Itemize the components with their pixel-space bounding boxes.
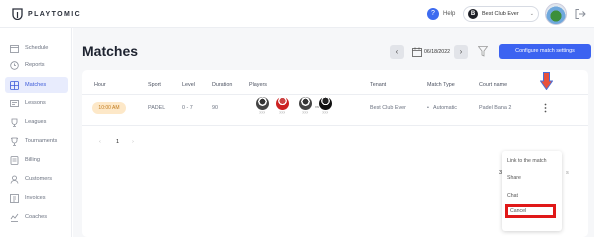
- sidebar-item-tournaments[interactable]: Tournaments: [5, 133, 68, 149]
- page-title: Matches: [82, 43, 139, 59]
- player-avatar[interactable]: ???: [317, 97, 333, 115]
- sidebar-item-schedule[interactable]: Schedule: [5, 40, 68, 56]
- column-header-sport: Sport: [148, 82, 161, 88]
- playtomic-logo-icon: [12, 8, 23, 20]
- more-options-icon[interactable]: [544, 103, 547, 113]
- customers-icon: [10, 175, 19, 184]
- column-header-players: Players: [249, 82, 267, 88]
- player-level: ???: [322, 111, 328, 115]
- calendar-icon: [10, 44, 19, 53]
- sidebar-item-label: Leagues: [25, 119, 47, 125]
- sidebar-item-lessons[interactable]: Lessons: [5, 95, 68, 111]
- club-name: Best Club Ever: [482, 11, 519, 17]
- next-day-button[interactable]: ›: [454, 45, 468, 59]
- time-badge: 10:00 AM: [92, 102, 126, 114]
- invoices-icon: [10, 193, 19, 203]
- player-level: ???: [259, 111, 265, 115]
- clock-icon: [10, 60, 19, 70]
- help-label: Help: [443, 11, 456, 17]
- match-type-cell: Automatic: [433, 105, 457, 111]
- pagination-previous[interactable]: ‹: [99, 139, 101, 145]
- main-content: Matches ‹ 06/18/2022 › Configure match s…: [73, 28, 594, 237]
- column-header-court-name: Court name: [479, 82, 508, 88]
- trophy-icon: [11, 118, 18, 127]
- sidebar-item-label: Schedule: [25, 45, 49, 51]
- pagination-page[interactable]: 1: [116, 139, 119, 145]
- sidebar-item-invoices[interactable]: Invoices: [5, 190, 68, 206]
- sidebar-item-leagues[interactable]: Leagues: [5, 114, 68, 130]
- menu-item-chat[interactable]: Chat: [507, 193, 518, 199]
- billing-icon: [10, 155, 19, 165]
- sidebar-item-label: Billing: [25, 157, 40, 163]
- lessons-icon: [10, 99, 19, 107]
- club-badge: B: [468, 9, 478, 19]
- sidebar-item-label: Customers: [25, 176, 53, 182]
- sidebar-item-label: Coaches: [25, 214, 48, 220]
- matches-table-card: Hour Sport Level Duration Players Tenant…: [82, 70, 588, 237]
- player-level: ???: [302, 111, 308, 115]
- sidebar: Schedule Reports Matches Lessons Leagues…: [0, 28, 72, 237]
- column-header-duration: Duration: [212, 82, 233, 88]
- brand-logo[interactable]: PLAYTOMIC: [12, 8, 81, 20]
- column-header-match-type: Match Type: [427, 82, 455, 88]
- row-actions-menu: Link to the match Share Chat Cancel: [502, 151, 562, 231]
- player-avatar[interactable]: ???: [297, 97, 313, 115]
- coaches-icon: [10, 213, 19, 222]
- help-button[interactable]: ? Help: [427, 8, 455, 20]
- arrow-down-icon: [540, 72, 553, 90]
- column-header-tenant: Tenant: [370, 82, 387, 88]
- sidebar-item-label: Reports: [25, 62, 45, 68]
- sidebar-item-label: Invoices: [25, 195, 46, 201]
- sidebar-item-coaches[interactable]: Coaches: [5, 209, 68, 225]
- tenant-cell: Best Club Ever: [370, 105, 406, 111]
- duration-cell: 90: [212, 105, 218, 111]
- date-picker[interactable]: 06/18/2022: [412, 45, 451, 59]
- configure-match-settings-button[interactable]: Configure match settings: [499, 44, 591, 59]
- sidebar-item-label: Matches: [25, 82, 47, 88]
- sidebar-item-reports[interactable]: Reports: [5, 57, 68, 73]
- menu-item-link-to-match[interactable]: Link to the match: [507, 158, 547, 164]
- level-cell: 0 - 7: [182, 105, 193, 111]
- calendar-icon: [412, 47, 422, 57]
- sidebar-item-customers[interactable]: Customers: [5, 171, 68, 187]
- top-bar: PLAYTOMIC ? Help B Best Club Ever ⌄: [0, 0, 594, 28]
- help-icon: ?: [427, 8, 439, 20]
- player-level: ???: [279, 111, 285, 115]
- brand-name: PLAYTOMIC: [28, 10, 82, 18]
- club-selector[interactable]: B Best Club Ever ⌄: [463, 6, 539, 22]
- court-cell: Padel Bana 2: [479, 105, 512, 111]
- sidebar-item-matches[interactable]: Matches: [5, 77, 68, 93]
- logout-icon[interactable]: [574, 8, 586, 20]
- cancel-highlight-box: [505, 204, 556, 218]
- date-value: 06/18/2022: [424, 49, 450, 55]
- player-avatar[interactable]: ???: [254, 97, 270, 115]
- page-size-suffix: s: [566, 170, 569, 176]
- sidebar-item-billing[interactable]: Billing: [5, 152, 68, 168]
- sport-cell: PADEL: [148, 105, 166, 111]
- cup-icon: [11, 137, 18, 146]
- filter-icon[interactable]: [478, 46, 488, 57]
- column-header-hour: Hour: [94, 82, 106, 88]
- matches-icon: [10, 80, 19, 90]
- sidebar-item-label: Tournaments: [25, 138, 58, 144]
- player-avatar[interactable]: ???: [274, 97, 290, 115]
- sidebar-item-label: Lessons: [25, 100, 46, 106]
- match-type-dot: •: [427, 105, 429, 111]
- menu-item-share[interactable]: Share: [507, 175, 521, 181]
- pagination-next[interactable]: ›: [132, 139, 134, 145]
- column-header-level: Level: [182, 82, 195, 88]
- previous-day-button[interactable]: ‹: [390, 45, 404, 59]
- user-avatar[interactable]: [545, 3, 567, 25]
- header-divider: [82, 94, 588, 95]
- row-divider: [82, 125, 588, 126]
- chevron-down-icon: ⌄: [529, 11, 534, 17]
